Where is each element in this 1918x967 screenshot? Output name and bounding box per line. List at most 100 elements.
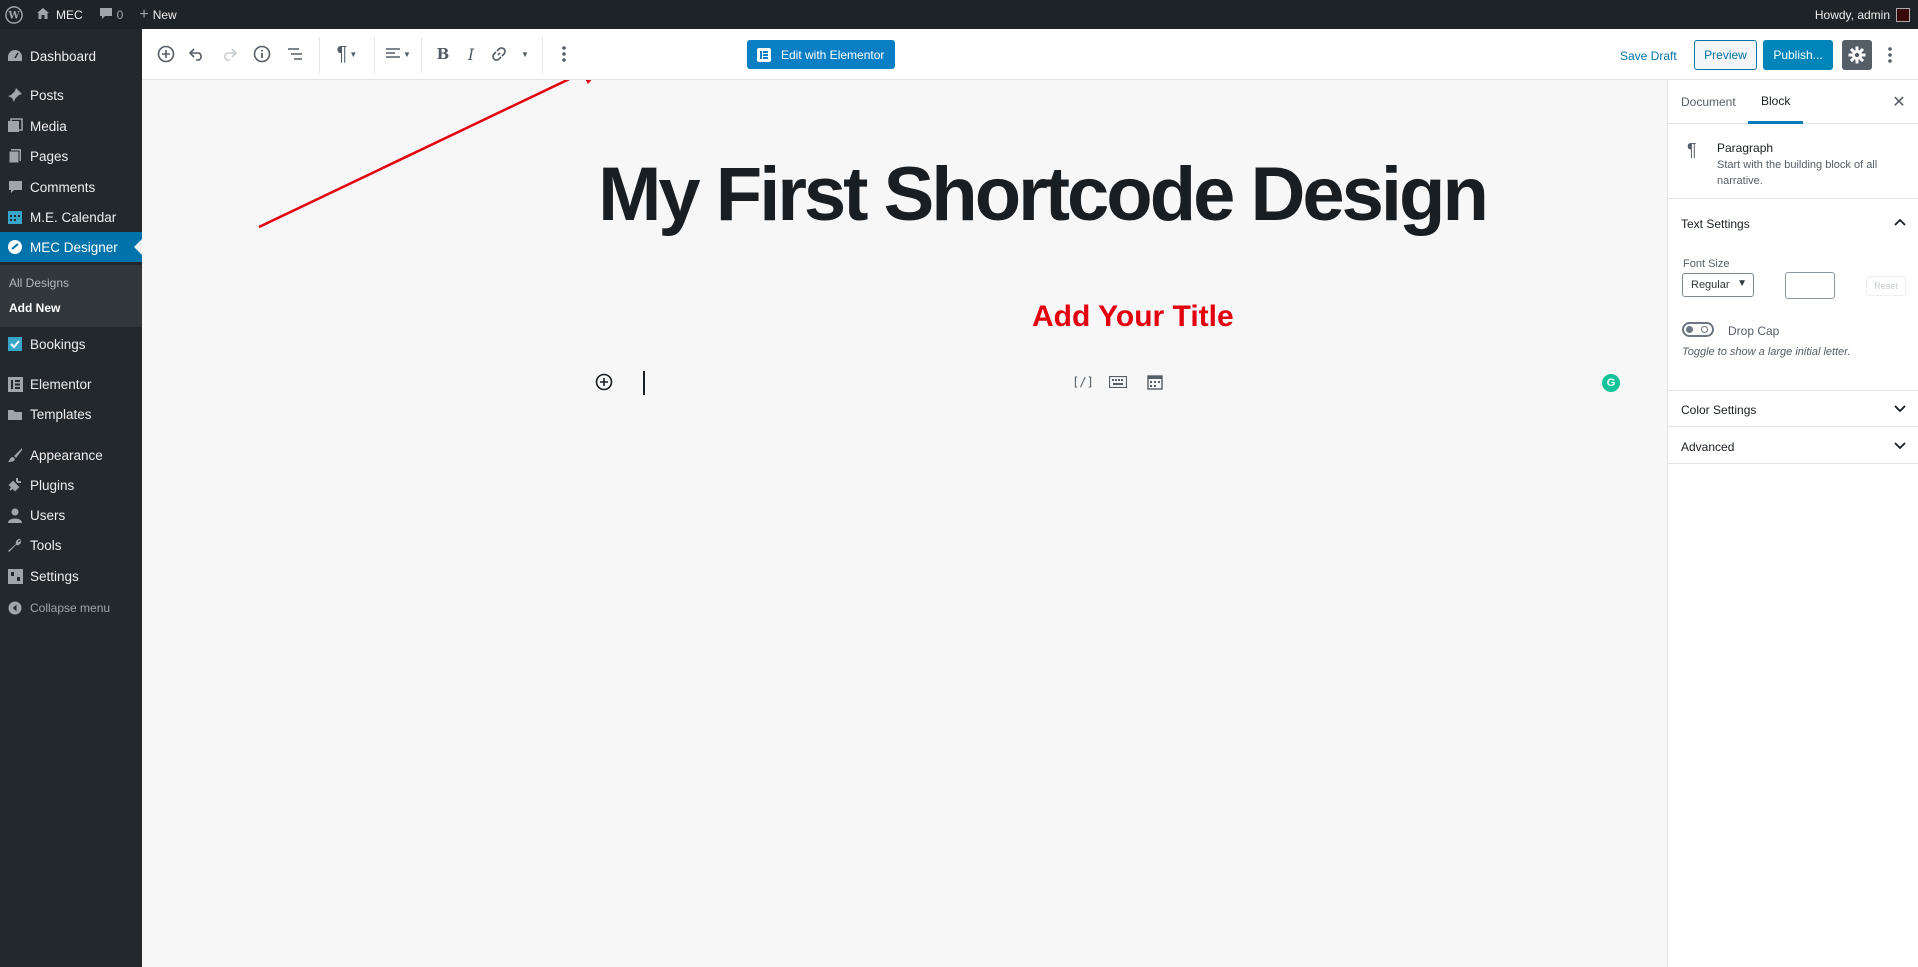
more-tools-button[interactable] [1880,41,1900,69]
sidebar-item-pages[interactable]: Pages [0,141,142,171]
outline-button[interactable] [282,41,308,67]
sidebar-item-elementor[interactable]: Elementor [0,369,142,399]
home-icon [36,7,50,23]
new-content-link[interactable]: + New [131,0,184,29]
font-size-select[interactable]: Regular ▼ [1682,273,1754,297]
sidebar-item-me-calendar[interactable]: M.E. Calendar [0,202,142,232]
sidebar-item-posts[interactable]: Posts [0,80,142,110]
site-name-link[interactable]: MEC [28,0,91,29]
publish-button[interactable]: Publish... [1763,40,1833,70]
sidebar-item-users[interactable]: Users [0,500,142,530]
grammarly-icon[interactable]: G [1602,374,1620,392]
sidebar-item-label: Settings [30,568,79,584]
text-cursor[interactable] [643,371,645,395]
text-settings-toggle[interactable]: Text Settings [1681,217,1750,231]
settings-toggle-button[interactable] [1842,40,1872,70]
color-settings-toggle: Color Settings [1681,403,1757,417]
bold-icon: B [436,45,450,63]
sidebar-item-appearance[interactable]: Appearance [0,440,142,470]
sidebar-item-label: Templates [30,406,92,422]
post-title[interactable]: My First Shortcode Design [552,152,1532,238]
submenu-add-new[interactable]: Add New [9,301,60,315]
sidebar-item-settings[interactable]: Settings [0,561,142,591]
collapse-arrow-icon [0,601,30,615]
redo-button[interactable] [216,41,242,67]
my-account[interactable]: Howdy, admin [1815,0,1910,29]
collapse-menu-label: Collapse menu [30,601,111,615]
link-button[interactable] [486,41,512,67]
block-more-options-button[interactable] [551,41,577,67]
chevron-down-icon [1893,439,1907,453]
elementor-logo-icon [757,47,771,62]
comments-link[interactable]: 0 [91,0,132,29]
chevron-up-icon[interactable] [1893,215,1907,229]
more-formatting-button[interactable]: ▼ [514,41,534,67]
sidebar-item-label: Appearance [30,447,103,463]
drop-cap-toggle[interactable] [1682,322,1714,337]
keyboard-icon[interactable] [1107,372,1129,392]
collapse-menu-button[interactable]: Collapse menu [0,593,142,623]
caret-down-icon: ▼ [403,49,411,59]
comment-bubble-icon [99,7,113,23]
link-icon [492,47,506,61]
block-inserter-button[interactable] [594,372,614,392]
sidebar-item-label: MEC Designer [30,239,118,255]
designer-icon [0,239,30,255]
sidebar-item-templates[interactable]: Templates [0,399,142,429]
calendar-block-icon[interactable] [1144,372,1166,392]
color-settings-panel[interactable]: Color Settings [1668,391,1918,427]
sidebar-item-label: Pages [30,148,69,164]
sidebar-item-media[interactable]: Media [0,111,142,141]
sidebar-item-tools[interactable]: Tools [0,530,142,560]
sidebar-item-dashboard[interactable]: Dashboard [0,41,142,71]
sidebar-item-mec-designer[interactable]: MEC Designer [0,232,142,262]
brush-icon [0,447,30,463]
drop-cap-help: Toggle to show a large initial letter. [1682,346,1851,358]
toolbar-divider [542,37,543,73]
save-draft-link[interactable]: Save Draft [1620,49,1677,63]
mec-designer-submenu: All Designs Add New [0,265,142,327]
edit-with-elementor-button[interactable]: Edit with Elementor [747,40,895,69]
calendar-icon [0,209,30,225]
add-block-button[interactable] [153,41,179,67]
list-outline-icon [288,48,302,60]
align-button[interactable]: ▼ [378,41,418,67]
gear-icon [1848,46,1866,64]
font-size-reset-button[interactable]: Reset [1866,276,1906,296]
tab-block[interactable]: Block [1748,80,1804,124]
undo-icon [189,48,202,61]
undo-button[interactable] [184,41,210,67]
wordpress-logo-icon[interactable]: W [0,0,28,29]
italic-button[interactable]: I [458,41,484,67]
info-button[interactable] [249,41,275,67]
toolbar-divider [374,37,375,73]
sidebar-item-plugins[interactable]: Plugins [0,470,142,500]
user-icon [0,508,30,523]
info-icon [253,45,271,63]
sidebar-item-label: Dashboard [30,48,97,64]
admin-bar: W MEC 0 + New Howdy, admin [0,0,1918,29]
advanced-panel[interactable]: Advanced [1668,427,1918,464]
sidebar-item-label: Comments [30,179,96,195]
sidebar-item-label: Plugins [30,477,75,493]
caret-down-icon: ▼ [521,49,529,59]
edit-with-elementor-label: Edit with Elementor [781,47,885,62]
bookings-icon [0,336,30,352]
comments-count: 0 [116,7,124,22]
sidebar-item-label: Bookings [30,336,86,352]
custom-font-size-input[interactable] [1785,272,1835,299]
close-icon[interactable]: ✕ [1889,92,1909,112]
shortcode-icon[interactable]: [/] [1072,372,1094,392]
plugin-icon [0,477,30,493]
submenu-all-designs[interactable]: All Designs [9,276,69,290]
preview-button[interactable]: Preview [1694,40,1757,70]
panel-tabs: Document Block ✕ [1668,80,1918,124]
plus-circle-icon [595,373,613,391]
sidebar-item-bookings[interactable]: Bookings [0,329,142,359]
block-type-button[interactable]: ¶ ▼ [329,41,365,67]
sidebar-item-comments[interactable]: Comments [0,172,142,202]
bold-button[interactable]: B [430,41,456,67]
settings-icon [0,568,30,584]
drop-cap-label: Drop Cap [1728,324,1780,338]
tab-document[interactable]: Document [1668,80,1749,124]
